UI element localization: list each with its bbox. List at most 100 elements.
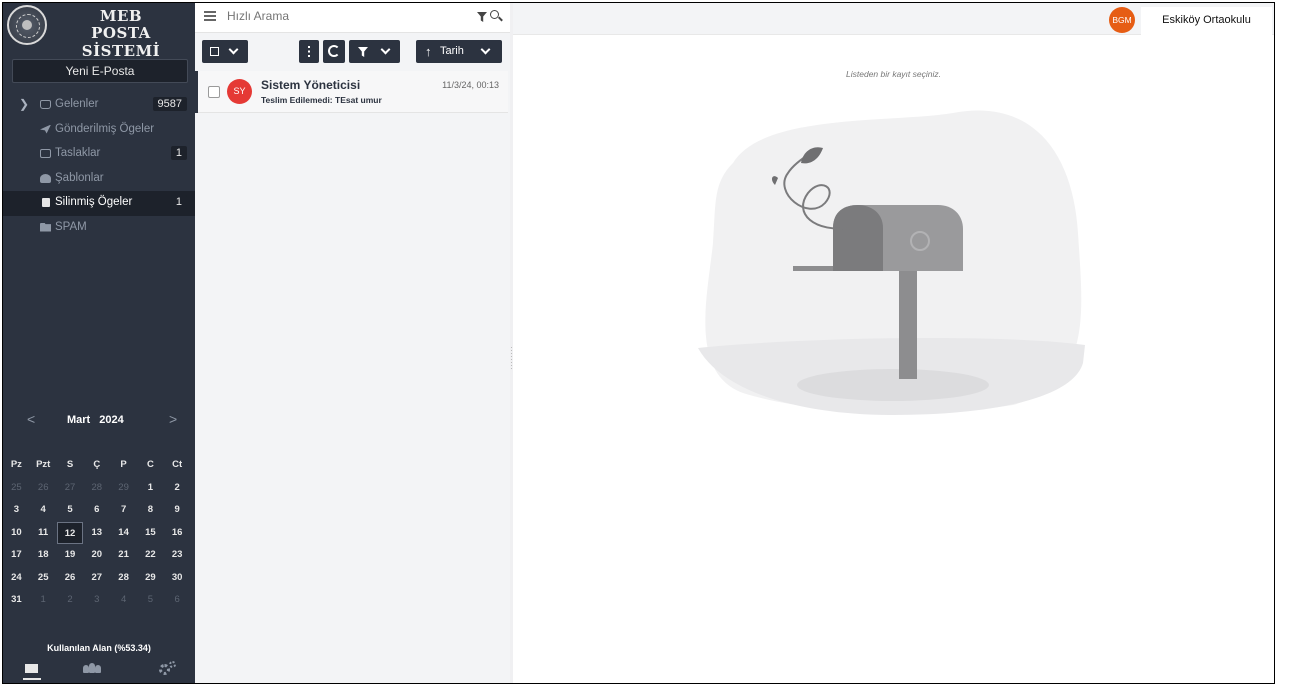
calendar-weekday: C	[146, 459, 154, 470]
calendar-day[interactable]: 11	[30, 522, 57, 545]
mail-app: { "brand": {"line1": "MEB", "line2": "PO…	[2, 2, 1275, 684]
more-vertical-icon	[308, 46, 310, 57]
school-tab[interactable]: Eskiköy Ortaokulu	[1141, 7, 1272, 36]
calendar-day[interactable]: 7	[110, 499, 137, 522]
drafts-icon	[40, 149, 51, 158]
folder-label: Gönderilmiş Ögeler	[55, 122, 155, 135]
calendar-weekday: Ç	[93, 459, 101, 470]
empty-state-hint: Listeden bir kayıt seçiniz.	[846, 69, 941, 79]
calendar-day[interactable]: 4	[110, 589, 137, 612]
checkbox-icon	[210, 47, 219, 56]
bottom-nav	[3, 658, 195, 683]
calendar-week-row: 3456789	[3, 499, 195, 522]
message-subject: Teslim Edilemedi: TEsat umur	[261, 95, 382, 105]
mailbox-post	[899, 263, 917, 379]
sort-dropdown-button[interactable]: ↑ Tarih	[416, 40, 502, 63]
filter-icon[interactable]	[477, 12, 487, 22]
logo[interactable]: MEB POSTA SİSTEMİ	[3, 3, 195, 60]
calendar-day[interactable]: 2	[164, 477, 191, 500]
calendar-day[interactable]: 18	[30, 544, 57, 567]
calendar-day[interactable]: 26	[30, 477, 57, 500]
message-checkbox[interactable]	[208, 86, 220, 98]
new-mail-button[interactable]: Yeni E-Posta	[12, 59, 188, 83]
menu-icon[interactable]	[204, 11, 216, 21]
calendar-day[interactable]: 6	[83, 499, 110, 522]
calendar-day[interactable]: 21	[110, 544, 137, 567]
calendar-day[interactable]: 27	[83, 567, 110, 590]
sidebar-item-inbox[interactable]: ❯ Gelenler 9587	[3, 93, 195, 118]
templates-icon	[40, 173, 51, 183]
folder-label: Silinmiş Ögeler	[55, 196, 133, 208]
calendar-day[interactable]: 29	[110, 477, 137, 500]
count-badge: 1	[170, 195, 187, 209]
calendar-day[interactable]: 2	[57, 589, 84, 612]
calendar-day[interactable]: 9	[164, 499, 191, 522]
calendar-day[interactable]: 15	[137, 522, 164, 545]
calendar-day[interactable]: 29	[137, 567, 164, 590]
calendar-day[interactable]: 22	[137, 544, 164, 567]
calendar-day[interactable]: 8	[137, 499, 164, 522]
chevron-left-icon[interactable]: <	[27, 411, 35, 427]
search-input[interactable]	[227, 9, 427, 23]
sort-label: Tarih	[440, 45, 464, 57]
mail-icon[interactable]	[23, 661, 41, 680]
calendar-day[interactable]: 24	[3, 567, 30, 590]
calendar-day[interactable]: 30	[164, 567, 191, 590]
calendar-day[interactable]: 3	[83, 589, 110, 612]
sidebar-item-drafts[interactable]: Taslaklar 1	[3, 142, 195, 167]
calendar-weekday: S	[66, 459, 74, 470]
brand-line-1: MEB	[99, 7, 143, 25]
select-dropdown-button[interactable]	[202, 40, 248, 63]
calendar-weekday: Ct	[172, 459, 183, 470]
calendar-day[interactable]: 10	[3, 522, 30, 545]
calendar-day[interactable]: 28	[110, 567, 137, 590]
filter-dropdown-button[interactable]	[349, 40, 400, 63]
calendar-day[interactable]: 28	[83, 477, 110, 500]
chevron-down-icon	[228, 44, 239, 55]
calendar-day[interactable]: 20	[83, 544, 110, 567]
calendar-day[interactable]: 1	[137, 477, 164, 500]
splitter-handle[interactable]	[511, 347, 512, 371]
calendar-day[interactable]: 12	[56, 521, 84, 544]
folder-label: Gelenler	[55, 98, 99, 110]
calendar-day[interactable]: 5	[57, 499, 84, 522]
calendar-day[interactable]: 26	[57, 567, 84, 590]
sidebar-item-templates[interactable]: Şablonlar	[3, 167, 195, 192]
message-date: 11/3/24, 00:13	[442, 80, 499, 90]
calendar-weekday: Pz	[10, 459, 22, 470]
calendar-day[interactable]: 6	[164, 589, 191, 612]
calendar-day[interactable]: 31	[3, 589, 30, 612]
user-avatar[interactable]: BGM	[1109, 7, 1135, 33]
calendar-day[interactable]: 25	[30, 567, 57, 590]
meb-emblem-icon	[7, 5, 47, 45]
search-icon[interactable]	[490, 10, 499, 19]
refresh-button[interactable]	[323, 40, 345, 63]
calendar-day[interactable]: 25	[3, 477, 30, 500]
calendar-day[interactable]: 4	[30, 499, 57, 522]
selection-indicator	[195, 71, 198, 113]
calendar-grid: Pz Pzt S Ç P C Ct 25 26 27 28 29 1 2 3 4 5 6 7 8 9 10 11 12 13 14…	[3, 454, 195, 612]
calendar-day[interactable]: 5	[137, 589, 164, 612]
sidebar-item-sent[interactable]: Gönderilmiş Ögeler	[3, 118, 195, 143]
calendar-day[interactable]: 27	[57, 477, 84, 500]
calendar-day[interactable]: 23	[164, 544, 191, 567]
calendar-day[interactable]: 3	[3, 499, 30, 522]
envelope-shape	[25, 664, 38, 673]
sidebar-item-spam[interactable]: SPAM	[3, 216, 195, 241]
users-icon[interactable]	[83, 661, 101, 677]
more-options-button[interactable]	[299, 40, 319, 63]
chevron-right-icon[interactable]: ❯	[19, 97, 29, 111]
calendar-day[interactable]: 16	[164, 522, 191, 545]
calendar-day[interactable]: 1	[30, 589, 57, 612]
pane-splitter[interactable]	[510, 3, 513, 683]
chevron-right-icon[interactable]: >	[169, 411, 177, 427]
sidebar-item-deleted[interactable]: Silinmiş Ögeler 1	[3, 191, 195, 216]
folder-label: Taslaklar	[55, 147, 101, 159]
calendar-day[interactable]: 14	[110, 522, 137, 545]
calendar-day[interactable]: 19	[57, 544, 84, 567]
message-sender: Sistem Yöneticisi	[261, 78, 361, 92]
calendar-day[interactable]: 13	[83, 522, 110, 545]
message-row[interactable]: SY Sistem Yöneticisi Teslim Edilemedi: T…	[195, 71, 508, 113]
calendar-day[interactable]: 17	[3, 544, 30, 567]
settings-icon[interactable]	[158, 661, 176, 677]
